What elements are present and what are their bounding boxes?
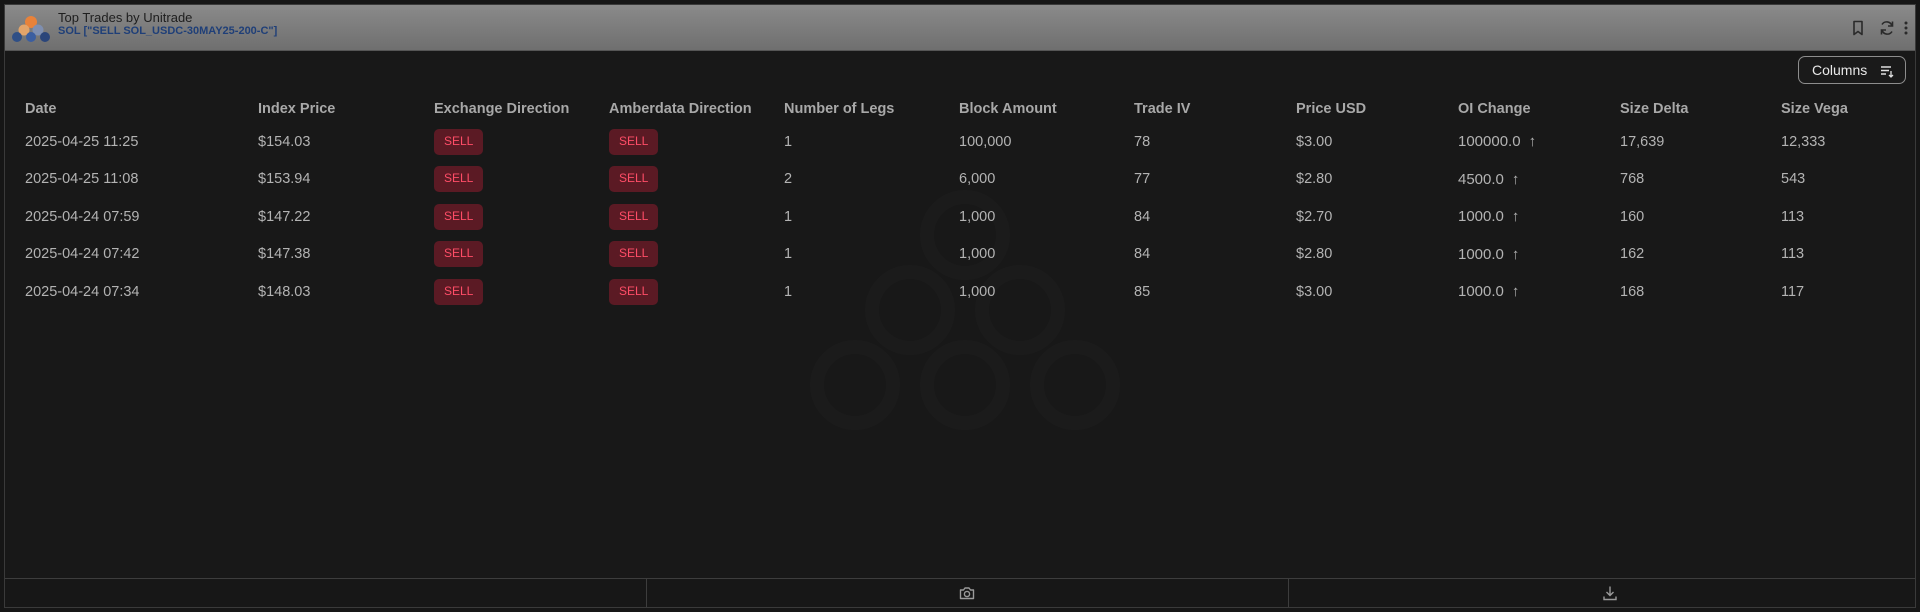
column-header-exchange-direction[interactable]: Exchange Direction — [434, 95, 609, 123]
column-header-oi-change[interactable]: OI Change — [1458, 95, 1620, 123]
cell-size-vega: 543 — [1781, 171, 1806, 188]
table-row[interactable]: 2025-04-24 07:59 $147.22 SELL SELL 1 1,0… — [5, 198, 1901, 236]
cell-size-vega: 117 — [1781, 283, 1805, 300]
cell-number-of-legs: 1 — [784, 208, 793, 225]
cell-size-delta: 768 — [1620, 171, 1645, 188]
arrow-up-icon: ↑ — [1511, 208, 1520, 226]
cell-index-price: $147.22 — [258, 208, 311, 225]
camera-icon[interactable] — [958, 584, 976, 602]
cell-block-amount: 6,000 — [959, 171, 996, 188]
column-header-trade-iv[interactable]: Trade IV — [1134, 95, 1296, 123]
amberdata-direction-badge: SELL — [609, 203, 659, 230]
cell-price-usd: $3.00 — [1296, 133, 1333, 150]
arrow-up-icon: ↑ — [1511, 283, 1520, 301]
download-icon[interactable] — [1601, 584, 1619, 602]
cell-number-of-legs: 1 — [784, 246, 793, 263]
footer-divider — [646, 579, 647, 607]
amberdata-direction-badge: SELL — [609, 278, 659, 305]
cell-block-amount: 1,000 — [959, 246, 996, 263]
widget-panel: Top Trades by Unitrade SOL ["SELL SOL_US… — [4, 4, 1916, 608]
exchange-direction-badge: SELL — [434, 166, 484, 193]
columns-button-label: Columns — [1812, 62, 1868, 78]
column-header-index-price[interactable]: Index Price — [258, 95, 434, 123]
table-row[interactable]: 2025-04-24 07:42 $147.38 SELL SELL 1 1,0… — [5, 236, 1901, 274]
oi-change-value: 4500.0 — [1458, 170, 1504, 188]
column-header-date[interactable]: Date — [5, 95, 258, 123]
widget-title: Top Trades by Unitrade — [58, 10, 193, 25]
table-row[interactable]: 2025-04-24 07:34 $148.03 SELL SELL 1 1,0… — [5, 273, 1901, 311]
cell-trade-iv: 78 — [1134, 133, 1151, 150]
cell-oi-change: 100000.0 ↑ — [1458, 123, 1620, 161]
cell-price-usd: $2.70 — [1296, 208, 1333, 225]
arrow-up-icon: ↑ — [1511, 170, 1520, 188]
arrow-up-icon: ↑ — [1528, 133, 1537, 151]
table-header-row: Date Index Price Exchange Direction Ambe… — [5, 95, 1901, 123]
trades-table: Date Index Price Exchange Direction Ambe… — [5, 95, 1901, 311]
oi-change-value: 1000.0 — [1458, 245, 1504, 263]
cell-size-delta: 160 — [1620, 208, 1645, 225]
exchange-direction-badge: SELL — [434, 203, 484, 230]
cell-oi-change: 4500.0 ↑ — [1458, 161, 1620, 199]
column-header-size-vega[interactable]: Size Vega — [1781, 95, 1901, 123]
cell-trade-iv: 84 — [1134, 246, 1151, 263]
exchange-direction-badge: SELL — [434, 278, 484, 305]
cell-index-price: $154.03 — [258, 133, 311, 150]
cell-price-usd: $2.80 — [1296, 246, 1333, 263]
cell-oi-change: 1000.0 ↑ — [1458, 236, 1620, 274]
amberdata-direction-badge: SELL — [609, 166, 659, 193]
column-header-number-of-legs[interactable]: Number of Legs — [784, 95, 959, 123]
cell-size-delta: 162 — [1620, 246, 1645, 263]
cell-date: 2025-04-24 07:59 — [25, 208, 140, 225]
cell-block-amount: 1,000 — [959, 283, 996, 300]
cell-size-vega: 113 — [1781, 246, 1805, 263]
cell-trade-iv: 85 — [1134, 283, 1151, 300]
widget-titlebar: Top Trades by Unitrade SOL ["SELL SOL_US… — [5, 5, 1915, 51]
cell-index-price: $148.03 — [258, 283, 311, 300]
oi-change-value: 100000.0 — [1458, 133, 1521, 151]
cell-number-of-legs: 1 — [784, 283, 793, 300]
cell-size-vega: 113 — [1781, 208, 1805, 225]
cell-size-delta: 168 — [1620, 283, 1645, 300]
oi-change-value: 1000.0 — [1458, 208, 1504, 226]
cell-date: 2025-04-24 07:42 — [25, 246, 140, 263]
cell-date: 2025-04-24 07:34 — [25, 283, 140, 300]
footer-divider — [1288, 579, 1289, 607]
cell-size-delta: 17,639 — [1620, 133, 1665, 150]
arrow-up-icon: ↑ — [1511, 245, 1520, 263]
cell-date: 2025-04-25 11:08 — [25, 171, 139, 188]
cell-price-usd: $3.00 — [1296, 283, 1333, 300]
bookmark-icon[interactable] — [1849, 19, 1867, 37]
exchange-direction-badge: SELL — [434, 128, 484, 155]
cell-trade-iv: 84 — [1134, 208, 1151, 225]
cell-date: 2025-04-25 11:25 — [25, 133, 139, 150]
cell-block-amount: 100,000 — [959, 133, 1012, 150]
column-header-price-usd[interactable]: Price USD — [1296, 95, 1458, 123]
amberdata-direction-badge: SELL — [609, 128, 659, 155]
cell-index-price: $147.38 — [258, 246, 311, 263]
cell-block-amount: 1,000 — [959, 208, 996, 225]
more-vertical-icon[interactable] — [1901, 19, 1911, 37]
table-row[interactable]: 2025-04-25 11:08 $153.94 SELL SELL 2 6,0… — [5, 161, 1901, 199]
exchange-direction-badge: SELL — [434, 241, 484, 268]
columns-filter-icon — [1881, 66, 1894, 78]
columns-button[interactable]: Columns — [1798, 56, 1906, 84]
amberdata-logo-icon — [12, 16, 50, 42]
column-header-size-delta[interactable]: Size Delta — [1620, 95, 1781, 123]
column-header-amberdata-direction[interactable]: Amberdata Direction — [609, 95, 784, 123]
widget-subtitle: SOL ["SELL SOL_USDC-30MAY25-200-C"] — [58, 25, 278, 37]
cell-size-vega: 12,333 — [1781, 133, 1826, 150]
table-row[interactable]: 2025-04-25 11:25 $154.03 SELL SELL 1 100… — [5, 123, 1901, 161]
cell-index-price: $153.94 — [258, 171, 311, 188]
cell-trade-iv: 77 — [1134, 171, 1151, 188]
cell-oi-change: 1000.0 ↑ — [1458, 273, 1620, 311]
cell-number-of-legs: 2 — [784, 171, 793, 188]
cell-oi-change: 1000.0 ↑ — [1458, 198, 1620, 236]
cell-price-usd: $2.80 — [1296, 171, 1333, 188]
widget-footer — [5, 578, 1915, 607]
cell-number-of-legs: 1 — [784, 133, 793, 150]
refresh-icon[interactable] — [1878, 19, 1896, 37]
oi-change-value: 1000.0 — [1458, 283, 1504, 301]
amberdata-direction-badge: SELL — [609, 241, 659, 268]
column-header-block-amount[interactable]: Block Amount — [959, 95, 1134, 123]
